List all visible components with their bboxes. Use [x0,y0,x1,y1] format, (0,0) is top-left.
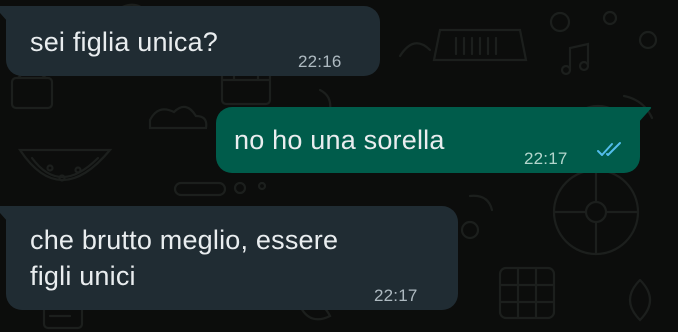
double-check-icon [597,142,621,156]
message-text: no ho una sorella [234,125,445,155]
message-text-line-1: che brutto meglio, essere [30,225,339,255]
message-text: sei figlia unica? [30,27,219,57]
bubble-tail [638,107,652,123]
outgoing-message[interactable]: no ho una sorella 22:17 [216,107,652,173]
incoming-message[interactable]: sei figlia unica? 22:16 [0,6,380,76]
message-time: 22:17 [374,286,418,305]
message-time: 22:16 [298,52,342,71]
message-time: 22:17 [524,149,568,168]
message-text-line-2: figli unici [30,261,136,291]
bubble-tail [0,206,8,222]
bubble-tail [0,6,8,22]
incoming-message[interactable]: che brutto meglio, essere figli unici 22… [0,206,458,310]
chat-view: sei figlia unica? 22:16 no ho una sorell… [0,0,678,332]
